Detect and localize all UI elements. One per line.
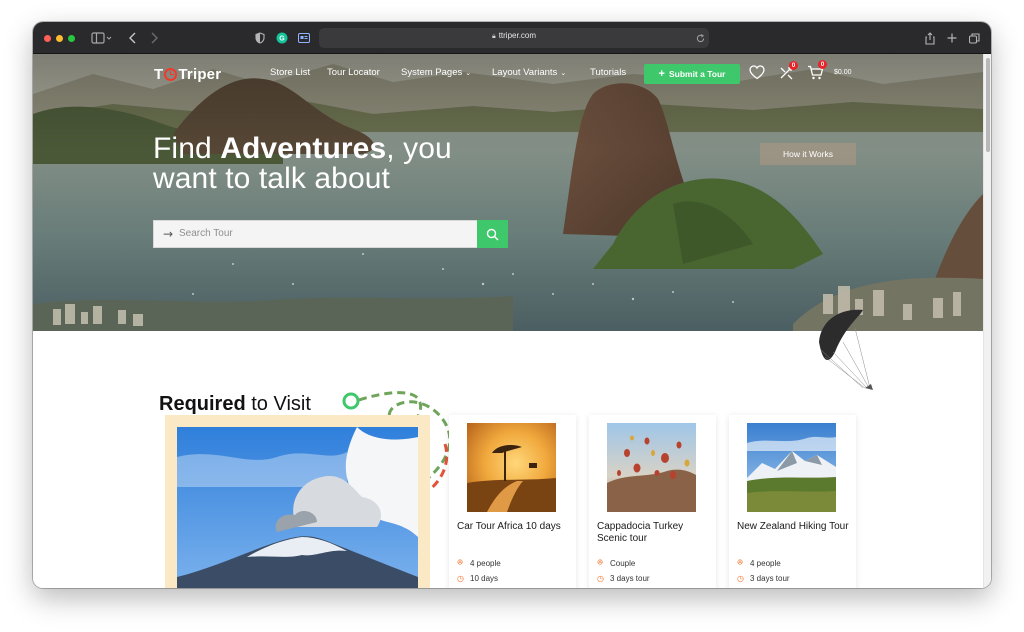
tab-overview-icon[interactable] [967,29,981,47]
tour-card[interactable]: Car Tour Africa 10 days ꔮ 4 people ◷ 10 da… [449,415,576,588]
clock-logo-icon [164,67,178,81]
plus-icon: + [658,68,665,80]
tour-people-text: 4 people [470,558,501,568]
clock-icon: ◷ [737,574,744,583]
hero-title-find: Find [153,132,221,165]
people-icon: ꔮ [737,558,744,567]
hero-title: Find Adventures, you want to talk about [153,134,452,194]
tour-people-text: 4 people [750,558,781,568]
hero-title-bold: Adventures [220,132,387,165]
minimize-window-button[interactable] [56,35,63,42]
site-logo[interactable]: T Triper [154,64,221,84]
nav-system-pages[interactable]: System Pages ⌄ [401,67,471,78]
nav-tour-locator-label: Tour Locator [327,67,380,78]
grammarly-extension-icon[interactable]: G [275,29,289,47]
tour-title[interactable]: New Zealand Hiking Tour [737,521,849,533]
page-viewport: T Triper Store List Tour Locator System … [33,54,991,588]
search-tour-input[interactable] [179,228,469,239]
nav-layout-variants[interactable]: Layout Variants ⌄ [492,67,566,78]
tour-people-text: Couple [610,558,636,568]
how-it-works-button[interactable]: How it Works [760,143,856,165]
page-scrollbar[interactable] [983,54,991,588]
chevron-down-icon: ⌄ [560,70,567,77]
cart-total: $0.00 [834,69,852,76]
tour-duration-text: 3 days tour [610,574,650,583]
tour-duration-text: 3 days tour [750,574,790,583]
forward-icon[interactable] [147,29,161,47]
hero-title-line2: want to talk about [153,162,390,195]
privacy-shield-icon[interactable] [253,29,267,47]
tour-people: ꔮ 4 people [737,558,781,568]
lock-icon: 🔒︎ [491,33,496,40]
extension-icon[interactable] [297,29,311,47]
cart-count-badge: 0 [818,60,827,69]
browser-window: G 🔒︎ ttriper.com T Triper Store List Tou… [33,22,991,588]
section-title-bold: Required [159,393,246,415]
tour-card[interactable]: New Zealand Hiking Tour ꔮ 4 people ◷ 3 day… [729,415,856,588]
submit-tour-button[interactable]: + Submit a Tour [644,64,740,84]
tour-duration: ◷ 3 days tour [597,574,650,583]
clock-icon: ◷ [597,574,604,583]
share-icon[interactable] [923,29,937,47]
wishlist-heart-icon[interactable] [749,65,765,84]
back-icon[interactable] [126,29,140,47]
compare-count-badge: 0 [789,61,798,70]
people-icon: ꔮ [457,558,464,567]
submit-tour-label: Submit a Tour [668,69,726,79]
volcano-image [177,427,418,588]
logo-text-right: Triper [178,65,222,83]
chevron-down-icon: ⌄ [465,70,472,77]
svg-text:G: G [279,36,285,43]
nav-tutorials-label: Tutorials [590,67,627,78]
hero-section: T Triper Store List Tour Locator System … [33,54,983,331]
tour-duration-text: 10 days [470,574,499,583]
tour-search-bar: → [153,220,508,248]
people-icon: ꔮ [597,558,604,567]
url-text: ttriper.com [498,31,537,40]
clock-icon: ◷ [457,574,464,583]
scrollbar-thumb[interactable] [986,58,990,152]
tour-thumbnail [747,423,836,512]
search-button[interactable] [477,220,508,248]
nav-tour-locator[interactable]: Tour Locator [327,67,380,78]
nav-tutorials[interactable]: Tutorials [590,67,626,78]
tour-title[interactable]: Car Tour Africa 10 days [457,521,569,533]
close-window-button[interactable] [44,35,51,42]
tour-thumbnail [607,423,696,512]
tour-people: ꔮ 4 people [457,558,501,568]
zoom-window-button[interactable] [68,35,75,42]
nav-system-pages-label: System Pages [401,67,463,78]
tour-thumbnail [467,423,556,512]
paraglider-illustration [819,309,873,390]
logo-text-left: T [154,65,164,83]
arrow-right-icon: → [163,227,174,241]
browser-toolbar: G 🔒︎ ttriper.com [33,22,991,54]
search-icon [486,228,499,240]
nav-store-list[interactable]: Store List [270,67,310,78]
nav-layout-variants-label: Layout Variants [492,67,558,78]
tour-title[interactable]: Cappadocia Turkey Scenic tour [597,521,709,545]
address-bar[interactable]: 🔒︎ ttriper.com [319,28,709,48]
section-title: Required to Visit [159,393,311,416]
tour-duration: ◷ 10 days [457,574,498,583]
nav-store-list-label: Store List [270,67,311,78]
sidebar-toggle-icon[interactable] [89,29,115,47]
tour-people: ꔮ Couple [597,558,635,568]
section-title-rest: to Visit [245,393,311,415]
hero-title-rest: , you [386,132,452,165]
tour-duration: ◷ 3 days tour [737,574,790,583]
tour-card[interactable]: Cappadocia Turkey Scenic tour ꔮ Couple ◷ 3… [589,415,716,588]
featured-tour-card[interactable] [165,415,430,588]
reload-icon[interactable] [694,30,706,46]
new-tab-icon[interactable] [945,29,959,47]
